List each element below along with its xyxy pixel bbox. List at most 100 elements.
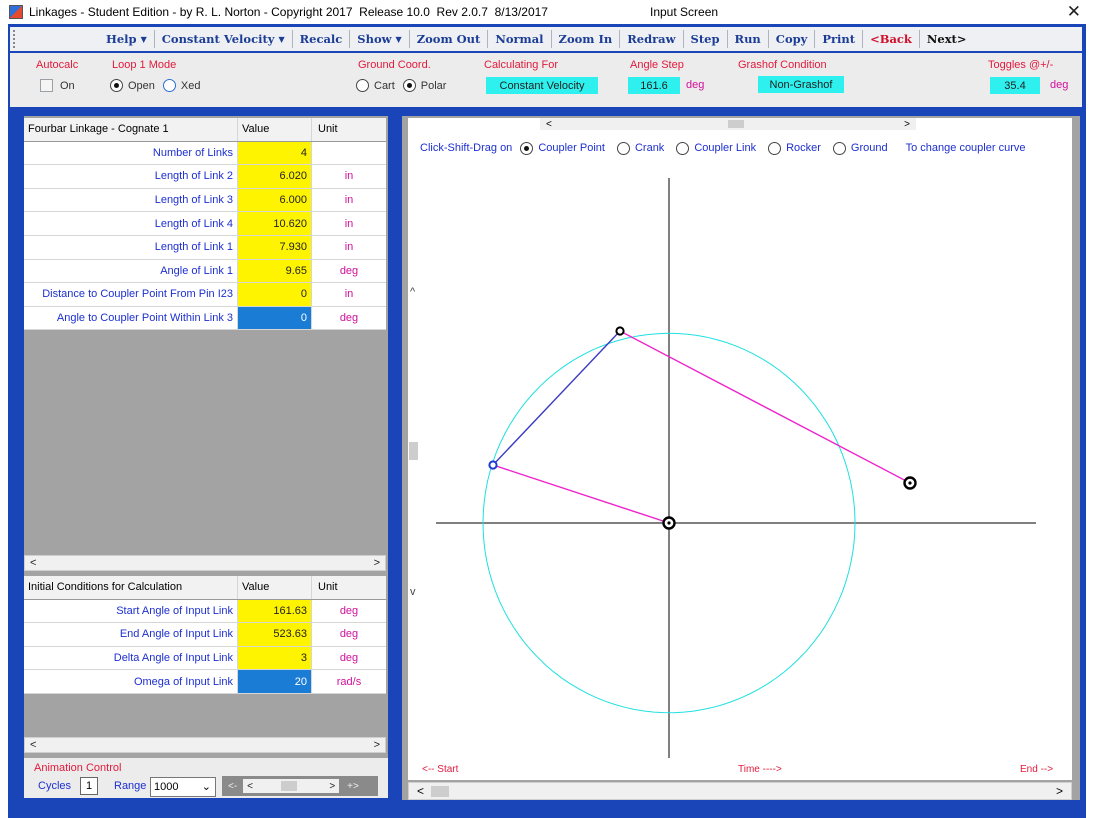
table-row: Angle of Link 1 9.65 deg <box>24 259 386 284</box>
range-select[interactable]: 1000 ⌄ <box>150 777 216 797</box>
menu-button-label: Help <box>106 32 137 46</box>
menu-button[interactable]: Zoom Out <box>410 29 488 49</box>
scroll-right-icon[interactable]: > <box>374 739 380 751</box>
table-row: Angle to Coupler Point Within Link 3 0 deg <box>24 306 386 331</box>
scroll-left-icon[interactable]: < <box>30 739 36 751</box>
ground-polar-radio[interactable] <box>402 79 416 92</box>
loop-mode-label: Loop 1 Mode <box>112 59 177 71</box>
angle-step-unit: deg <box>686 79 705 91</box>
scroll-right-icon[interactable]: > <box>329 781 335 792</box>
close-icon[interactable]: ✕ <box>1067 2 1081 22</box>
scroll-left-icon[interactable]: < <box>30 557 36 569</box>
linkage-canvas[interactable] <box>408 118 1072 780</box>
menu-button[interactable]: Help ▼ <box>99 29 154 49</box>
drag-option-radio[interactable] <box>616 141 630 155</box>
row-label: Length of Link 1 <box>24 235 238 259</box>
drag-option-label: Ground <box>850 142 888 154</box>
loop-xed-radio[interactable] <box>162 79 176 92</box>
menu-button-label: Print <box>822 32 856 46</box>
value-cell[interactable]: 6.000 <box>238 188 312 212</box>
menu-button[interactable]: <Back <box>863 29 919 49</box>
value-cell[interactable]: 4 <box>238 141 312 165</box>
angle-step-value[interactable]: 161.6 <box>628 77 680 94</box>
crank-link[interactable] <box>492 464 670 524</box>
menu-button[interactable]: Print <box>815 29 862 49</box>
initial-conditions-table: Initial Conditions for Calculation Value U… <box>24 576 386 694</box>
change-coupler-curve-label: To change coupler curve <box>905 142 1026 154</box>
scroll-left-icon[interactable]: < <box>417 784 424 798</box>
speed-thumb[interactable] <box>281 781 298 791</box>
menu-button[interactable]: Copy <box>769 29 815 49</box>
drag-option-radio[interactable] <box>676 141 690 155</box>
table-row: End Angle of Input Link 523.63 deg <box>24 623 386 647</box>
menu-button[interactable]: Constant Velocity ▼ <box>155 29 292 49</box>
speed-scrollbar[interactable]: < > <box>243 779 340 793</box>
animation-speed-slider[interactable]: <- < > +> <box>222 776 378 796</box>
scroll-left-icon[interactable]: < <box>546 119 552 130</box>
menu-button[interactable]: Step <box>684 29 727 49</box>
menu-button[interactable]: Show ▼ <box>350 29 408 49</box>
menu-button[interactable]: Normal <box>488 29 550 49</box>
autocalc-label: Autocalc <box>36 59 79 71</box>
toggles-value[interactable]: 35.4 <box>990 77 1040 94</box>
rocker-pin[interactable] <box>615 326 625 336</box>
value-cell[interactable]: 20 <box>238 670 312 693</box>
menu-button[interactable]: Next> <box>920 29 974 49</box>
unit-cell: deg <box>339 604 359 617</box>
menu-button-label: Redraw <box>627 32 676 46</box>
value-cell[interactable]: 9.65 <box>238 259 312 283</box>
canvas-vscroll-thumb[interactable] <box>409 442 418 460</box>
value-cell[interactable]: 3 <box>238 646 312 670</box>
row-label: Omega of Input Link <box>24 670 238 693</box>
loop-xed-label: Xed <box>180 79 201 92</box>
drag-option-label: Crank <box>634 142 665 154</box>
scroll-up-icon[interactable]: ^ <box>410 286 415 298</box>
toolbar-grip-icon[interactable] <box>13 30 19 48</box>
animation-control: Animation Control Cycles 1 Range 1000 ⌄ … <box>24 758 388 798</box>
column-header: Unit <box>318 123 338 136</box>
menu-button-label: Normal <box>495 32 544 46</box>
drag-option-radio[interactable] <box>768 141 782 155</box>
initial-table-hscroll[interactable]: < > <box>24 737 386 753</box>
loop-open-radio[interactable] <box>110 79 123 92</box>
rocker-link[interactable] <box>619 330 911 484</box>
scroll-right-icon[interactable]: > <box>1056 784 1063 798</box>
coupler-link[interactable] <box>492 330 621 466</box>
menu-button[interactable]: Zoom In <box>552 29 620 49</box>
canvas-hscroll-top[interactable]: < > <box>540 118 916 130</box>
row-label: Distance to Coupler Point From Pin I23 <box>24 283 238 306</box>
title-bar: Linkages - Student Edition - by R. L. No… <box>0 0 1093 24</box>
ground-polar-label: Polar <box>420 79 447 92</box>
click-shift-drag-label: Click-Shift-Drag on <box>420 142 513 154</box>
scroll-down-icon[interactable]: v <box>410 586 416 598</box>
value-cell[interactable]: 0 <box>238 283 312 306</box>
table-row: Length of Link 1 7.930 in <box>24 235 386 260</box>
time-scrollbar[interactable]: < > <box>408 782 1072 800</box>
time-scrollbar-thumb[interactable] <box>431 786 449 797</box>
value-cell[interactable]: 7.930 <box>238 235 312 259</box>
linkage-drawing[interactable] <box>408 118 1072 780</box>
scroll-right-icon[interactable]: > <box>374 557 380 569</box>
menu-button[interactable]: Recalc <box>293 29 350 49</box>
autocalc-checkbox[interactable]: On <box>40 79 75 92</box>
value-cell[interactable]: 0 <box>238 306 312 330</box>
value-cell[interactable]: 10.620 <box>238 212 312 235</box>
value-cell[interactable]: 161.63 <box>238 599 312 623</box>
drag-option-radio[interactable] <box>520 141 534 155</box>
unit-cell: deg <box>339 652 359 665</box>
menu-button[interactable]: Run <box>728 29 768 49</box>
menu-button[interactable]: Redraw <box>620 29 682 49</box>
value-cell[interactable]: 6.020 <box>238 165 312 188</box>
ground-cart-label: Cart <box>374 79 395 92</box>
scroll-left-icon[interactable]: < <box>247 781 253 792</box>
table-row: Length of Link 4 10.620 in <box>24 212 386 236</box>
cycles-input[interactable]: 1 <box>80 777 98 795</box>
autocalc-checkbox-box[interactable] <box>40 79 53 92</box>
ground-cart-radio[interactable] <box>356 79 369 92</box>
linkage-table-hscroll[interactable]: < > <box>24 555 386 571</box>
coupler-point-pin[interactable] <box>488 460 498 470</box>
value-cell[interactable]: 523.63 <box>238 623 312 646</box>
scroll-right-icon[interactable]: > <box>904 119 910 130</box>
drag-option-radio[interactable] <box>832 141 846 155</box>
canvas-hscroll-thumb[interactable] <box>728 120 744 128</box>
